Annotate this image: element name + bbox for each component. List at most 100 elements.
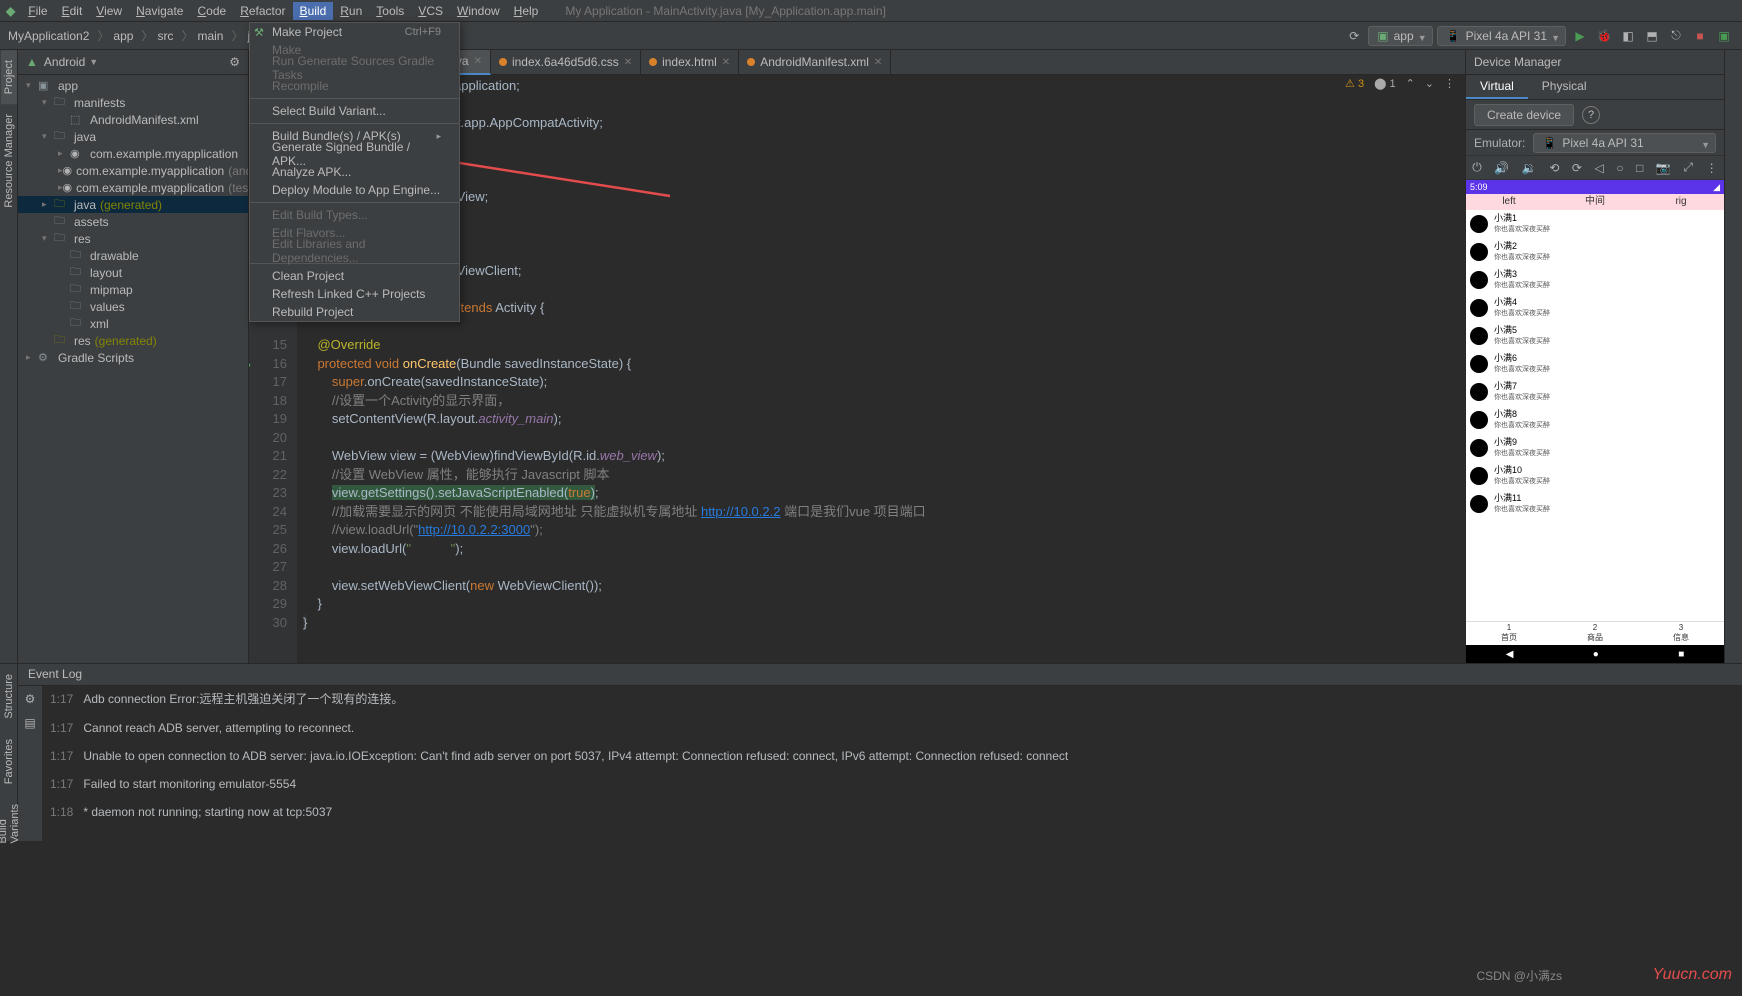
tree-node[interactable]: ▾🗀manifests — [18, 94, 248, 111]
emulator-device-selector[interactable]: 📱Pixel 4a API 31▼ — [1533, 133, 1716, 153]
list-item[interactable]: 小满8你也喜欢深夜买醉 — [1466, 406, 1724, 434]
virtual-tab[interactable]: Virtual — [1466, 75, 1528, 99]
debug-button-icon[interactable]: 🐞 — [1594, 26, 1614, 46]
attach-button-icon[interactable]: ⎋ — [1666, 26, 1686, 46]
menu-item-rebuild-project[interactable]: Rebuild Project — [250, 303, 459, 321]
resource-manager-tab[interactable]: Resource Manager — [1, 104, 17, 218]
volume-up-icon[interactable]: 🔊 — [1494, 161, 1509, 175]
breadcrumb-item[interactable]: MyApplication2 — [8, 29, 89, 43]
list-item[interactable]: 小满1你也喜欢深夜买醉 — [1466, 210, 1724, 238]
favorites-tab[interactable]: Favorites — [1, 729, 17, 794]
run-config-selector[interactable]: ▣app▼ — [1368, 26, 1432, 46]
device-selector[interactable]: 📱Pixel 4a API 31▼ — [1437, 26, 1566, 46]
list-item[interactable]: 小满3你也喜欢深夜买醉 — [1466, 266, 1724, 294]
close-icon[interactable]: ✕ — [874, 57, 882, 68]
help-icon[interactable]: ? — [1582, 106, 1600, 124]
phone-tab[interactable]: left — [1466, 194, 1552, 210]
tree-node[interactable]: ▸◉com.example.myapplication — [18, 145, 248, 162]
power-icon[interactable]: ⏻ — [1472, 160, 1482, 175]
tree-node[interactable]: ▸◉com.example.myapplication(test) — [18, 179, 248, 196]
event-log-content[interactable]: 1:17Adb connection Error:远程主机强迫关闭了一个现有的连… — [42, 686, 1742, 841]
list-item[interactable]: 小满9你也喜欢深夜买醉 — [1466, 434, 1724, 462]
create-device-button[interactable]: Create device — [1474, 104, 1574, 126]
tree-node[interactable]: 🗀drawable — [18, 247, 248, 264]
phone-tab[interactable]: rig — [1638, 194, 1724, 210]
settings-icon[interactable]: ⚙ — [25, 692, 36, 706]
close-icon[interactable]: ✕ — [474, 56, 482, 67]
list-item[interactable]: 小满11你也喜欢深夜买醉 — [1466, 490, 1724, 518]
overview-icon[interactable]: □ — [1636, 161, 1643, 175]
menu-navigate[interactable]: Navigate — [129, 2, 190, 20]
tree-node[interactable]: ▸◉com.example.myapplication(andro — [18, 162, 248, 179]
phone-nav-item[interactable]: 1首页 — [1466, 622, 1552, 645]
event-log-header[interactable]: Event Log — [18, 664, 1742, 686]
structure-tab[interactable]: Structure — [1, 664, 17, 729]
tree-node[interactable]: 🗀res(generated) — [18, 332, 248, 349]
menu-edit[interactable]: Edit — [55, 2, 90, 20]
menu-item-make-project[interactable]: ⚒Make ProjectCtrl+F9 — [250, 23, 459, 41]
tree-node[interactable]: ▾🗀res — [18, 230, 248, 247]
editor-tab[interactable]: index.html✕ — [641, 50, 739, 75]
physical-tab[interactable]: Physical — [1528, 75, 1601, 99]
phone-nav-item[interactable]: 3信息 — [1638, 622, 1724, 645]
menu-item-analyze-apk-[interactable]: Analyze APK... — [250, 163, 459, 181]
menu-item-select-build-variant-[interactable]: Select Build Variant... — [250, 102, 459, 120]
menu-item-generate-signed-bundle-apk-[interactable]: Generate Signed Bundle / APK... — [250, 145, 459, 163]
emulator-screen[interactable]: 5:09◢ left中间rig 小满1你也喜欢深夜买醉小满2你也喜欢深夜买醉小满… — [1466, 180, 1724, 663]
tree-node[interactable]: 🗀assets — [18, 213, 248, 230]
breadcrumb-item[interactable]: main — [197, 29, 223, 43]
tree-node[interactable]: 🗀values — [18, 298, 248, 315]
volume-down-icon[interactable]: 🔉 — [1522, 161, 1537, 175]
profile-button-icon[interactable]: ◧ — [1618, 26, 1638, 46]
breadcrumb-item[interactable]: app — [113, 29, 133, 43]
rotate-right-icon[interactable]: ⟳ — [1572, 161, 1582, 175]
menu-vcs[interactable]: VCS — [411, 2, 450, 20]
list-item[interactable]: 小满10你也喜欢深夜买醉 — [1466, 462, 1724, 490]
phone-tab[interactable]: 中间 — [1552, 194, 1638, 210]
phone-nav-item[interactable]: 2商品 — [1552, 622, 1638, 645]
stop-button-icon[interactable]: ■ — [1690, 26, 1710, 46]
list-item[interactable]: 小满4你也喜欢深夜买醉 — [1466, 294, 1724, 322]
sys-recent-icon[interactable]: ■ — [1678, 649, 1684, 660]
home-icon[interactable]: ○ — [1616, 161, 1623, 175]
close-icon[interactable]: ✕ — [722, 57, 730, 68]
filter-icon[interactable]: ▤ — [24, 716, 35, 730]
editor-tab[interactable]: AndroidManifest.xml✕ — [739, 50, 891, 75]
editor-tab[interactable]: index.6a46d5d6.css✕ — [491, 50, 641, 75]
project-tool-tab[interactable]: Project — [1, 50, 17, 104]
list-item[interactable]: 小满2你也喜欢深夜买醉 — [1466, 238, 1724, 266]
menu-view[interactable]: View — [89, 2, 129, 20]
coverage-button-icon[interactable]: ⬒ — [1642, 26, 1662, 46]
sys-back-icon[interactable]: ◀ — [1506, 649, 1514, 660]
tree-node[interactable]: 🗀mipmap — [18, 281, 248, 298]
tree-node[interactable]: 🗀xml — [18, 315, 248, 332]
sys-home-icon[interactable]: ● — [1593, 649, 1599, 660]
menu-run[interactable]: Run — [333, 2, 369, 20]
tree-node[interactable]: ▾▣app — [18, 77, 248, 94]
project-tree[interactable]: ▾▣app▾🗀manifests⬚AndroidManifest.xml▾🗀ja… — [18, 75, 248, 663]
zoom-icon[interactable]: ⤢ — [1683, 160, 1693, 175]
breadcrumb-item[interactable]: src — [157, 29, 173, 43]
screenshot-icon[interactable]: 📷 — [1656, 161, 1671, 175]
menu-item-deploy-module-to-app-engine-[interactable]: Deploy Module to App Engine... — [250, 181, 459, 199]
project-view-label[interactable]: Android — [44, 55, 85, 69]
list-item[interactable]: 小满7你也喜欢深夜买醉 — [1466, 378, 1724, 406]
menu-help[interactable]: Help — [507, 2, 546, 20]
gear-icon[interactable]: ⚙ — [229, 55, 240, 69]
close-icon[interactable]: ✕ — [624, 57, 632, 68]
menu-item-clean-project[interactable]: Clean Project — [250, 267, 459, 285]
menu-file[interactable]: File — [21, 2, 54, 20]
build-variants-tab[interactable]: Build Variants — [0, 794, 23, 854]
tree-node[interactable]: 🗀layout — [18, 264, 248, 281]
tree-node[interactable]: ▸⚙Gradle Scripts — [18, 349, 248, 366]
list-item[interactable]: 小满6你也喜欢深夜买醉 — [1466, 350, 1724, 378]
rotate-left-icon[interactable]: ⟲ — [1549, 161, 1559, 175]
back-icon[interactable]: ◁ — [1595, 161, 1604, 175]
tree-node[interactable]: ⬚AndroidManifest.xml — [18, 111, 248, 128]
run-button-icon[interactable]: ▶ — [1570, 26, 1590, 46]
code-editor[interactable]: package com.example.myapplication; impor… — [297, 75, 1465, 663]
menu-tools[interactable]: Tools — [369, 2, 411, 20]
avd-manager-icon[interactable]: ▣ — [1714, 26, 1734, 46]
menu-code[interactable]: Code — [190, 2, 233, 20]
tree-node[interactable]: ▾🗀java — [18, 128, 248, 145]
